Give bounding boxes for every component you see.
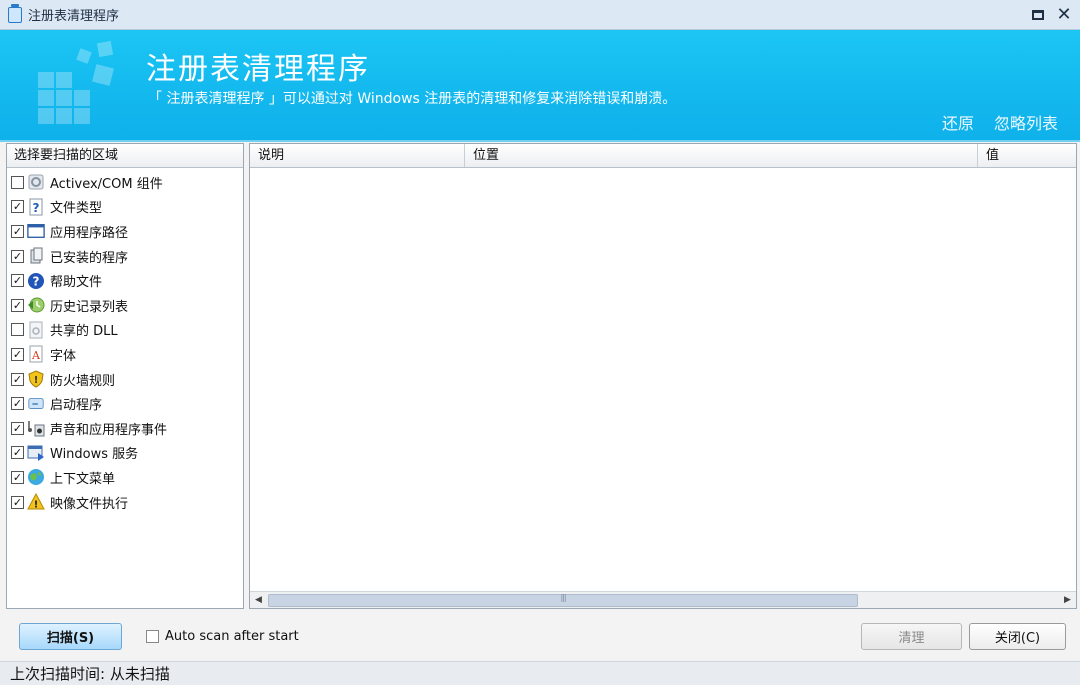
scan-area-item[interactable]: ✓ 声音和应用程序事件 — [7, 416, 243, 441]
window-title: 注册表清理程序 — [28, 9, 120, 24]
banner-description: 「 注册表清理程序 」可以通过对 Windows 注册表的清理和修复来消除错误和… — [148, 91, 677, 107]
scan-area-item[interactable]: ✓ 启动程序 — [7, 391, 243, 416]
scan-area-label: 启动程序 — [50, 398, 103, 414]
close-icon: ✕ — [1056, 3, 1072, 25]
restore-link[interactable]: 还原 — [942, 110, 974, 134]
help-icon: ? — [27, 272, 45, 290]
scan-area-panel: 选择要扫描的区域 Activex/COM 组件 ✓? 文件类型 ✓ 应用程序路径 ✓ 已安装… — [6, 143, 244, 609]
scan-area-label: 上下文菜单 — [50, 471, 116, 487]
scan-area-label: 共享的 DLL — [50, 324, 118, 340]
installed-programs-icon — [27, 247, 45, 265]
scan-area-checkbox[interactable] — [11, 323, 24, 337]
scan-area-checkbox[interactable]: ✓ — [11, 446, 24, 460]
dll-icon — [27, 321, 45, 339]
scan-area-checkbox[interactable]: ✓ — [11, 249, 24, 263]
maximize-button[interactable] — [1030, 7, 1046, 23]
horizontal-scrollbar[interactable]: ◀ ▶ — [250, 591, 1076, 608]
registry-logo-icon — [34, 40, 134, 137]
svg-text:!: ! — [34, 500, 39, 511]
results-body — [250, 169, 1076, 591]
scan-area-item[interactable]: ✓ 应用程序路径 — [7, 219, 243, 244]
svg-text:?: ? — [33, 201, 40, 215]
auto-scan-label: Auto scan after start — [165, 629, 299, 644]
close-window-button[interactable]: ✕ — [1056, 3, 1072, 25]
scan-area-label: 历史记录列表 — [50, 299, 129, 315]
scroll-thumb[interactable] — [268, 593, 858, 607]
scan-area-item[interactable]: ✓! 防火墙规则 — [7, 367, 243, 392]
history-icon — [27, 296, 45, 314]
scan-area-checkbox[interactable]: ✓ — [11, 347, 24, 361]
scan-area-item[interactable]: 共享的 DLL — [7, 318, 243, 343]
scan-area-label: 应用程序路径 — [50, 225, 129, 241]
firewall-shield-icon: ! — [27, 370, 45, 388]
scan-area-item[interactable]: ✓ 已安装的程序 — [7, 244, 243, 269]
scan-area-label: Windows 服务 — [50, 447, 139, 463]
scan-area-header: 选择要扫描的区域 — [7, 144, 243, 168]
scan-area-item[interactable]: ✓! 映像文件执行 — [7, 490, 243, 515]
results-panel: 说明 位置 值 ◀ ▶ — [249, 143, 1077, 609]
scan-area-item[interactable]: ✓ 上下文菜单 — [7, 465, 243, 490]
scroll-track[interactable] — [267, 592, 1059, 609]
scan-area-label: 已安装的程序 — [50, 250, 129, 266]
scan-area-checkbox[interactable]: ✓ — [11, 470, 24, 484]
scan-area-item[interactable]: ✓? 文件类型 — [7, 195, 243, 220]
svg-text:?: ? — [33, 274, 40, 288]
scan-area-item[interactable]: ✓ Windows 服务 — [7, 441, 243, 466]
scan-area-checkbox[interactable]: ✓ — [11, 200, 24, 214]
scan-area-item[interactable]: Activex/COM 组件 — [7, 170, 243, 195]
scan-area-label: 帮助文件 — [50, 275, 103, 291]
scan-area-checkbox[interactable]: ✓ — [11, 372, 24, 386]
column-value[interactable]: 值 — [978, 144, 1076, 167]
scan-area-list: Activex/COM 组件 ✓? 文件类型 ✓ 应用程序路径 ✓ 已安装的程序 ✓? 帮助文件… — [7, 168, 243, 514]
context-menu-globe-icon — [27, 468, 45, 486]
scan-area-label: 声音和应用程序事件 — [50, 422, 168, 438]
auto-scan-option[interactable]: Auto scan after start — [146, 629, 299, 644]
scan-area-item[interactable]: ✓ A 字体 — [7, 342, 243, 367]
app-path-icon — [27, 222, 45, 240]
close-button[interactable]: 关闭(C) — [969, 623, 1066, 650]
startup-icon — [27, 395, 45, 413]
recycle-bin-icon — [8, 3, 22, 23]
column-description[interactable]: 说明 — [250, 144, 465, 167]
scan-area-checkbox[interactable]: ✓ — [11, 421, 24, 435]
scan-area-label: 映像文件执行 — [50, 496, 129, 512]
svg-text:!: ! — [34, 375, 39, 386]
scan-area-label: 文件类型 — [50, 201, 103, 217]
svg-text:A: A — [31, 349, 41, 362]
scan-button[interactable]: 扫描(S) — [19, 623, 122, 650]
font-icon: A — [27, 345, 45, 363]
scan-area-checkbox[interactable]: ✓ — [11, 298, 24, 312]
maximize-icon — [1032, 9, 1044, 20]
warning-icon: ! — [27, 493, 45, 511]
scan-area-checkbox[interactable]: ✓ — [11, 274, 24, 288]
sound-icon — [27, 419, 45, 437]
clean-button[interactable]: 清理 — [861, 623, 962, 650]
column-location[interactable]: 位置 — [465, 144, 978, 167]
status-bar: 上次扫描时间: 从未扫描 — [0, 661, 1080, 685]
scan-area-checkbox[interactable] — [11, 175, 24, 189]
ignore-list-link[interactable]: 忽略列表 — [994, 110, 1058, 134]
auto-scan-checkbox[interactable] — [146, 630, 159, 643]
scroll-right-icon[interactable]: ▶ — [1059, 592, 1076, 609]
title-bar: 注册表清理程序 ✕ — [0, 0, 1080, 30]
header-banner: 注册表清理程序 「 注册表清理程序 」可以通过对 Windows 注册表的清理和… — [0, 30, 1080, 142]
file-type-icon: ? — [27, 198, 45, 216]
scan-area-label: 字体 — [50, 348, 77, 364]
scan-area-checkbox[interactable]: ✓ — [11, 495, 24, 509]
scroll-left-icon[interactable]: ◀ — [250, 592, 267, 609]
scan-area-label: Activex/COM 组件 — [50, 176, 163, 192]
scan-area-checkbox[interactable]: ✓ — [11, 397, 24, 411]
scan-area-label: 防火墙规则 — [50, 373, 116, 389]
results-header: 说明 位置 值 — [250, 144, 1076, 168]
scan-area-item[interactable]: ✓ 历史记录列表 — [7, 293, 243, 318]
scan-area-item[interactable]: ✓? 帮助文件 — [7, 268, 243, 293]
scan-area-checkbox[interactable]: ✓ — [11, 224, 24, 238]
banner-heading: 注册表清理程序 — [146, 52, 370, 87]
service-icon — [27, 444, 45, 462]
activex-icon — [27, 173, 45, 191]
